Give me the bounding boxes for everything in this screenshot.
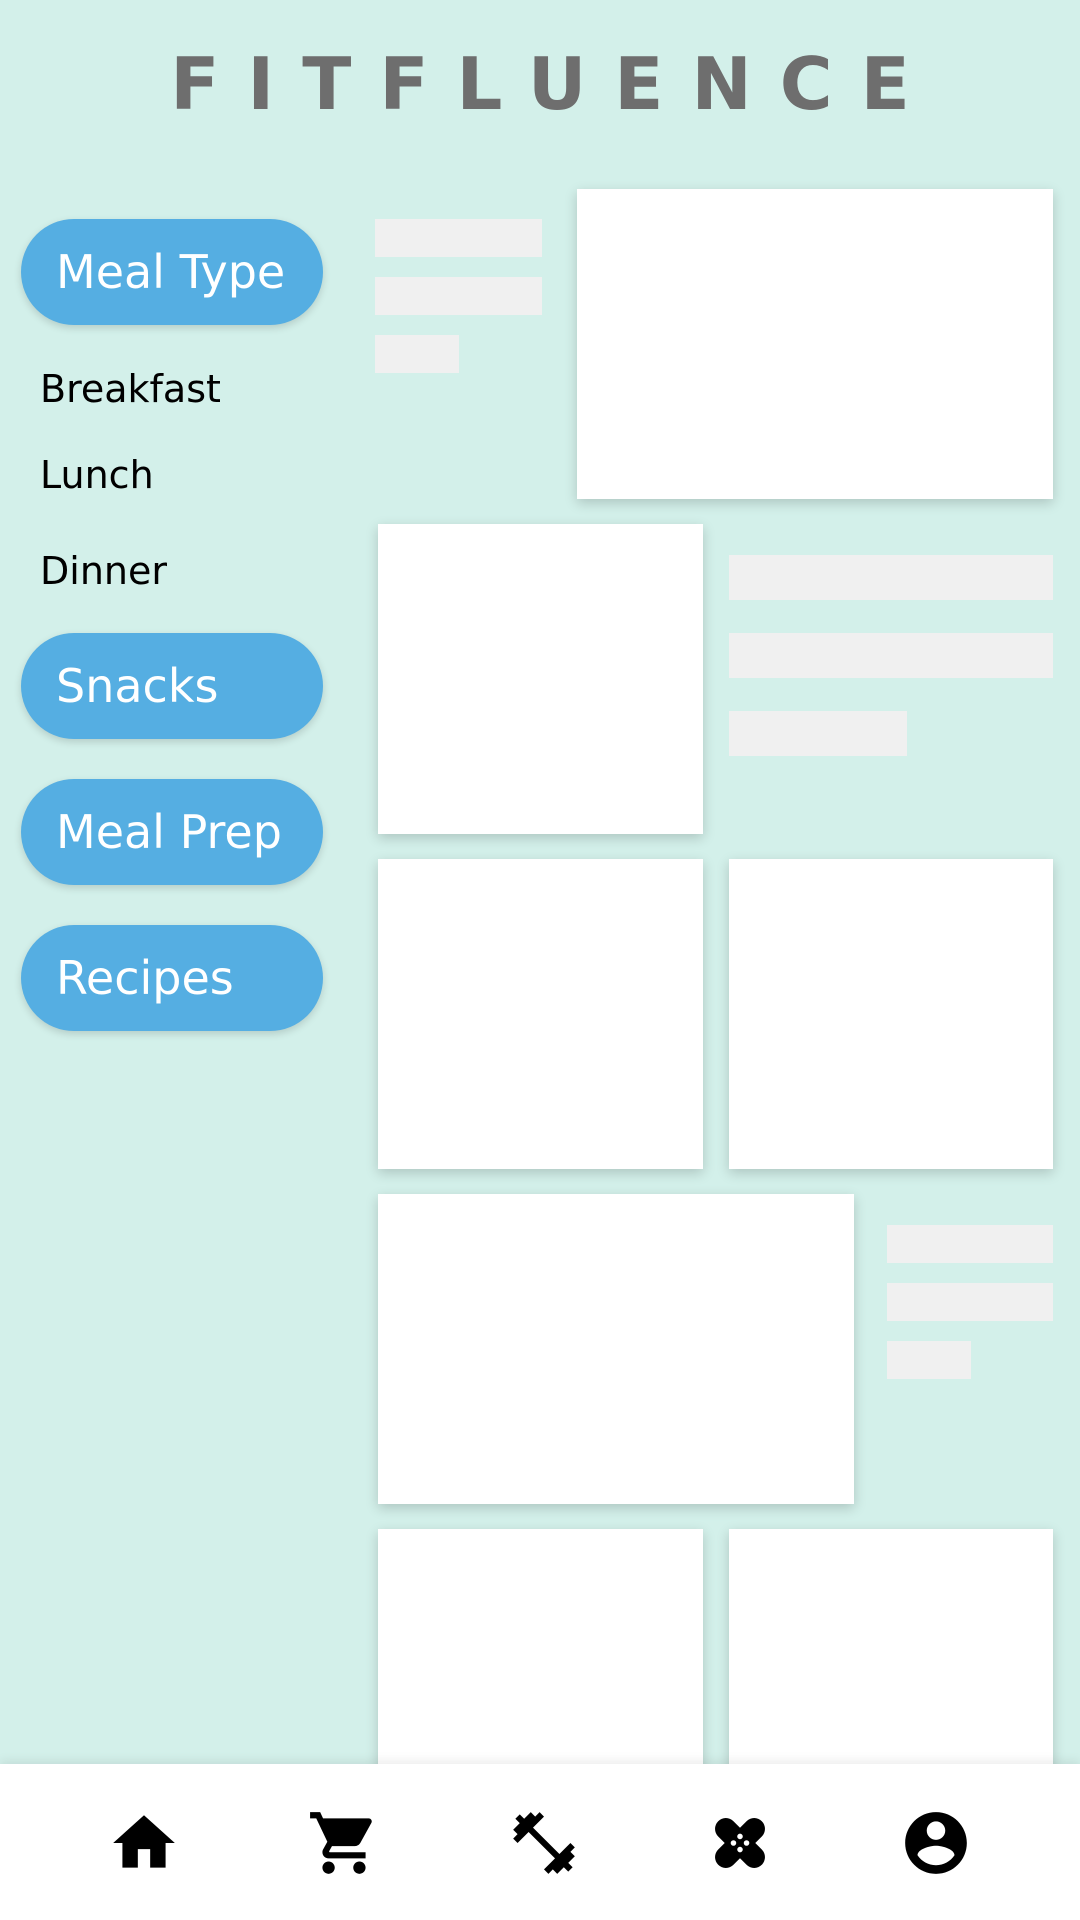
nav-workout[interactable]	[496, 1798, 592, 1888]
content-card[interactable]	[378, 524, 703, 834]
text-placeholder	[375, 219, 542, 257]
text-placeholder	[887, 1225, 1053, 1263]
meal-prep-button[interactable]: Meal Prep	[21, 779, 323, 885]
cart-icon	[310, 1812, 372, 1874]
nav-home[interactable]	[96, 1798, 192, 1888]
nav-profile[interactable]	[888, 1798, 984, 1888]
home-icon	[113, 1815, 175, 1868]
text-placeholder	[887, 1341, 971, 1379]
submenu-item-lunch[interactable]: Lunch	[40, 451, 154, 499]
meal-type-button[interactable]: Meal Type	[21, 219, 323, 325]
brand-logo: FITFLUENCE	[170, 42, 938, 126]
account-icon	[905, 1812, 967, 1874]
bandage-icon	[715, 1818, 765, 1868]
content-card[interactable]	[378, 859, 703, 1169]
content-card[interactable]	[577, 189, 1053, 499]
text-placeholder	[729, 711, 907, 756]
submenu-item-breakfast[interactable]: Breakfast	[40, 365, 221, 413]
recipes-button[interactable]: Recipes	[21, 925, 323, 1031]
nav-cart[interactable]	[296, 1798, 392, 1888]
content-card[interactable]	[378, 1194, 854, 1504]
content-card[interactable]	[729, 859, 1053, 1169]
dumbbell-icon	[513, 1812, 575, 1874]
text-placeholder	[887, 1283, 1053, 1321]
text-placeholder	[375, 335, 459, 373]
text-placeholder	[729, 555, 1053, 600]
bottom-nav	[0, 1764, 1080, 1920]
text-placeholder	[375, 277, 542, 315]
nav-health[interactable]	[692, 1798, 788, 1888]
submenu-item-dinner[interactable]: Dinner	[40, 547, 167, 595]
snacks-button[interactable]: Snacks	[21, 633, 323, 739]
text-placeholder	[729, 633, 1053, 678]
